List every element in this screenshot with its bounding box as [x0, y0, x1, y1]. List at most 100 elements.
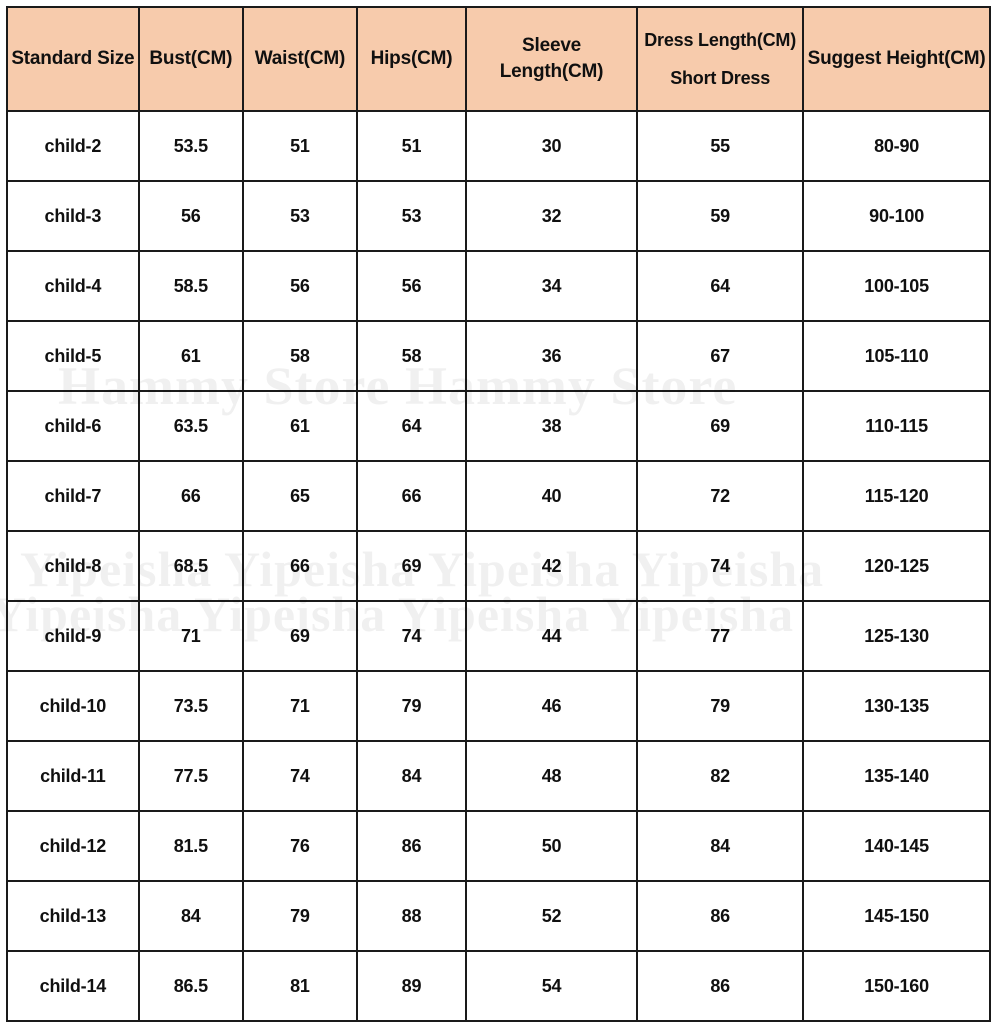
cell-waist: 69 — [241, 600, 358, 672]
cell-suggest-height: 105-110 — [802, 320, 991, 392]
cell-hips: 88 — [355, 880, 468, 952]
cell-dress-length: 55 — [636, 110, 805, 182]
cell-dress-length: 84 — [636, 810, 805, 882]
cell-suggest-height: 100-105 — [802, 250, 991, 322]
table-row: child-7 66 65 66 40 72 115-120 — [6, 460, 991, 532]
table-row: child-5 61 58 58 36 67 105-110 — [6, 320, 991, 392]
cell-hips: 66 — [355, 460, 468, 532]
cell-dress-length: 77 — [636, 600, 805, 672]
cell-dress-length: 74 — [636, 530, 805, 602]
cell-standard-size: child-14 — [6, 950, 140, 1022]
cell-waist: 65 — [241, 460, 358, 532]
cell-suggest-height: 125-130 — [802, 600, 991, 672]
cell-suggest-height: 140-145 — [802, 810, 991, 882]
cell-sleeve-length: 40 — [465, 460, 639, 532]
column-header-dress-length: Dress Length(CM) Short Dress — [636, 6, 805, 112]
column-header-sleeve-length: Sleeve Length(CM) — [465, 6, 639, 112]
cell-bust: 66 — [137, 460, 244, 532]
cell-bust: 58.5 — [137, 250, 244, 322]
table-row: child-2 53.5 51 51 30 55 80-90 — [6, 110, 991, 182]
cell-suggest-height: 135-140 — [802, 740, 991, 812]
cell-bust: 84 — [137, 880, 244, 952]
cell-bust: 86.5 — [137, 950, 244, 1022]
cell-sleeve-length: 30 — [465, 110, 639, 182]
cell-sleeve-length: 48 — [465, 740, 639, 812]
cell-hips: 64 — [355, 390, 468, 462]
cell-standard-size: child-13 — [6, 880, 140, 952]
cell-sleeve-length: 46 — [465, 670, 639, 742]
cell-bust: 73.5 — [137, 670, 244, 742]
cell-dress-length: 82 — [636, 740, 805, 812]
cell-sleeve-length: 38 — [465, 390, 639, 462]
cell-bust: 63.5 — [137, 390, 244, 462]
column-header-standard-size: Standard Size — [6, 6, 140, 112]
column-header-suggest-height: Suggest Height(CM) — [802, 6, 991, 112]
cell-sleeve-length: 42 — [465, 530, 639, 602]
cell-sleeve-length: 44 — [465, 600, 639, 672]
cell-suggest-height: 90-100 — [802, 180, 991, 252]
column-header-waist: Waist(CM) — [241, 6, 358, 112]
cell-hips: 51 — [355, 110, 468, 182]
cell-hips: 84 — [355, 740, 468, 812]
cell-hips: 53 — [355, 180, 468, 252]
table-header: Standard Size Bust(CM) Waist(CM) Hips(CM… — [6, 6, 991, 112]
cell-standard-size: child-9 — [6, 600, 140, 672]
cell-waist: 61 — [241, 390, 358, 462]
cell-waist: 58 — [241, 320, 358, 392]
header-label-line1: Sleeve Length(CM) — [499, 35, 604, 82]
cell-hips: 58 — [355, 320, 468, 392]
cell-standard-size: child-2 — [6, 110, 140, 182]
cell-waist: 53 — [241, 180, 358, 252]
cell-standard-size: child-4 — [6, 250, 140, 322]
cell-hips: 79 — [355, 670, 468, 742]
table-row: child-14 86.5 81 89 54 86 150-160 — [6, 950, 991, 1022]
column-header-bust: Bust(CM) — [137, 6, 244, 112]
cell-waist: 51 — [241, 110, 358, 182]
table-row: child-13 84 79 88 52 86 145-150 — [6, 880, 991, 952]
header-label-line1: Waist(CM) — [254, 48, 346, 70]
cell-waist: 79 — [241, 880, 358, 952]
cell-suggest-height: 150-160 — [802, 950, 991, 1022]
cell-suggest-height: 130-135 — [802, 670, 991, 742]
cell-suggest-height: 115-120 — [802, 460, 991, 532]
cell-dress-length: 67 — [636, 320, 805, 392]
header-label-line1: Dress Length(CM) — [644, 29, 797, 50]
table-row: child-3 56 53 53 32 59 90-100 — [6, 180, 991, 252]
cell-bust: 71 — [137, 600, 244, 672]
cell-sleeve-length: 52 — [465, 880, 639, 952]
cell-suggest-height: 145-150 — [802, 880, 991, 952]
table-row: child-9 71 69 74 44 77 125-130 — [6, 600, 991, 672]
cell-hips: 69 — [355, 530, 468, 602]
cell-standard-size: child-10 — [6, 670, 140, 742]
cell-suggest-height: 120-125 — [802, 530, 991, 602]
header-label-line2: Short Dress — [670, 68, 771, 88]
cell-sleeve-length: 34 — [465, 250, 639, 322]
cell-sleeve-length: 36 — [465, 320, 639, 392]
cell-standard-size: child-3 — [6, 180, 140, 252]
table-body: child-2 53.5 51 51 30 55 80-90 child-3 5… — [6, 110, 991, 1022]
size-chart-table-wrapper: Standard Size Bust(CM) Waist(CM) Hips(CM… — [6, 6, 991, 1022]
cell-hips: 74 — [355, 600, 468, 672]
cell-standard-size: child-6 — [6, 390, 140, 462]
cell-suggest-height: 110-115 — [802, 390, 991, 462]
cell-waist: 71 — [241, 670, 358, 742]
cell-waist: 66 — [241, 530, 358, 602]
cell-hips: 56 — [355, 250, 468, 322]
cell-dress-length: 79 — [636, 670, 805, 742]
cell-suggest-height: 80-90 — [802, 110, 991, 182]
cell-dress-length: 69 — [636, 390, 805, 462]
cell-bust: 53.5 — [137, 110, 244, 182]
table-row: child-8 68.5 66 69 42 74 120-125 — [6, 530, 991, 602]
header-label-line1: Standard Size — [11, 48, 135, 70]
cell-standard-size: child-7 — [6, 460, 140, 532]
cell-bust: 68.5 — [137, 530, 244, 602]
table-row: child-4 58.5 56 56 34 64 100-105 — [6, 250, 991, 322]
cell-waist: 81 — [241, 950, 358, 1022]
cell-standard-size: child-8 — [6, 530, 140, 602]
table-row: child-6 63.5 61 64 38 69 110-115 — [6, 390, 991, 462]
cell-bust: 81.5 — [137, 810, 244, 882]
cell-waist: 56 — [241, 250, 358, 322]
cell-dress-length: 64 — [636, 250, 805, 322]
cell-standard-size: child-5 — [6, 320, 140, 392]
cell-hips: 89 — [355, 950, 468, 1022]
